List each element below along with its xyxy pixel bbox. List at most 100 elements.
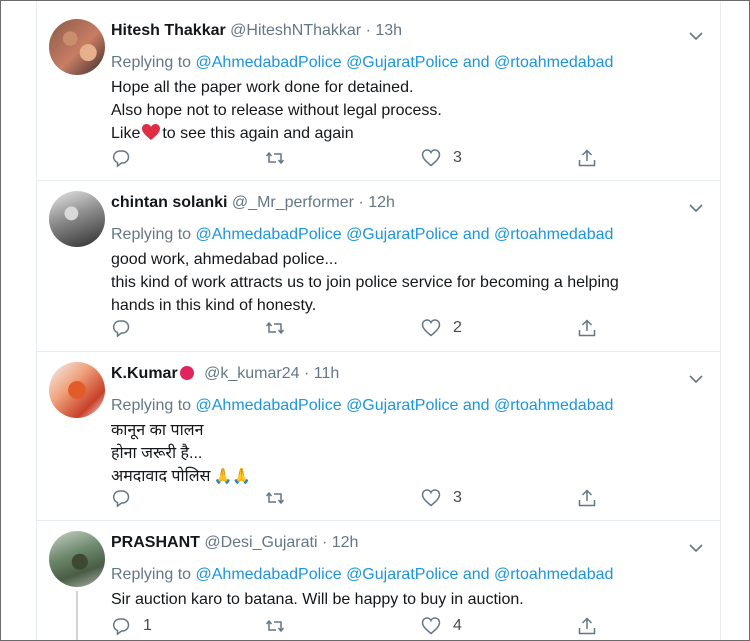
reply-button[interactable] bbox=[111, 487, 143, 509]
mention-gujaratpolice[interactable]: @GujaratPolice bbox=[346, 397, 458, 414]
replying-to-label: Replying to bbox=[111, 54, 192, 71]
chevron-down-icon[interactable] bbox=[689, 31, 703, 41]
mention-ahmedabadpolice[interactable]: @AhmedabadPolice bbox=[196, 397, 342, 414]
like-button[interactable]: 3 bbox=[421, 147, 462, 169]
mention-ahmedabadpolice[interactable]: @AhmedabadPolice bbox=[196, 226, 342, 243]
tweet-header: K.Kumar @k_kumar24 · 11h bbox=[111, 364, 339, 384]
mention-gujaratpolice[interactable]: @GujaratPolice bbox=[346, 226, 458, 243]
mention-and-others[interactable]: and bbox=[463, 397, 490, 414]
like-count: 4 bbox=[453, 617, 462, 634]
like-button[interactable]: 4 bbox=[421, 615, 462, 637]
retweet-button[interactable] bbox=[265, 615, 297, 637]
like-count: 3 bbox=[453, 149, 462, 166]
mention-ahmedabadpolice[interactable]: @AhmedabadPolice bbox=[196, 566, 342, 583]
tweet-header: PRASHANT @Desi_Gujarati · 12h bbox=[111, 533, 358, 553]
reply-button[interactable]: 1 bbox=[111, 615, 152, 637]
text-line: Like to see this again and again bbox=[111, 122, 442, 145]
reply-icon bbox=[112, 150, 130, 168]
user-handle[interactable]: @HiteshNThakkar bbox=[230, 22, 361, 39]
red-heart-emoji-icon bbox=[142, 124, 161, 140]
reply-feed: Hitesh Thakkar @HiteshNThakkar · 13h Rep… bbox=[36, 1, 721, 640]
retweet-button[interactable] bbox=[265, 317, 297, 339]
red-circle-emoji-icon bbox=[179, 366, 194, 380]
display-name[interactable]: PRASHANT bbox=[111, 534, 200, 551]
heart-icon bbox=[421, 617, 441, 635]
share-button[interactable] bbox=[577, 615, 597, 637]
text-line: Sir auction karo to batana. Will be happ… bbox=[111, 591, 524, 608]
share-icon bbox=[578, 489, 596, 507]
mention-and-others[interactable]: and bbox=[463, 54, 490, 71]
display-name[interactable]: Hitesh Thakkar bbox=[111, 22, 226, 39]
display-name[interactable]: chintan solanki bbox=[111, 194, 227, 211]
user-handle[interactable]: @_Mr_performer bbox=[232, 194, 354, 211]
share-button[interactable] bbox=[577, 317, 597, 339]
timestamp[interactable]: 12h bbox=[368, 194, 395, 211]
share-button[interactable] bbox=[577, 487, 597, 509]
heart-icon bbox=[421, 489, 441, 507]
retweet-button[interactable] bbox=[265, 147, 297, 169]
separator: · bbox=[303, 365, 310, 382]
tweet-text: good work, ahmedabad police... this kind… bbox=[111, 248, 619, 317]
reply-button[interactable] bbox=[111, 147, 143, 169]
avatar[interactable] bbox=[49, 531, 105, 587]
separator: · bbox=[321, 534, 328, 551]
user-handle[interactable]: @Desi_Gujarati bbox=[204, 534, 317, 551]
separator: · bbox=[358, 194, 364, 211]
text-line: Also hope not to release without legal p… bbox=[111, 102, 442, 119]
tweet-prashant[interactable]: PRASHANT @Desi_Gujarati · 12h Replying t… bbox=[37, 521, 720, 640]
text-line: Hope all the paper work done for detaine… bbox=[111, 79, 414, 96]
share-icon bbox=[578, 617, 596, 635]
mention-rtoahmedabad[interactable]: @rtoahmedabad bbox=[494, 226, 613, 243]
mention-ahmedabadpolice[interactable]: @AhmedabadPolice bbox=[196, 54, 342, 71]
mention-and-others[interactable]: and bbox=[463, 226, 490, 243]
tweet-kkumar[interactable]: K.Kumar @k_kumar24 · 11h Replying to @Ah… bbox=[37, 352, 720, 521]
reply-icon bbox=[112, 618, 130, 636]
mention-gujaratpolice[interactable]: @GujaratPolice bbox=[346, 54, 458, 71]
display-name[interactable]: K.Kumar bbox=[111, 365, 178, 382]
chevron-down-icon[interactable] bbox=[689, 543, 703, 553]
mention-rtoahmedabad[interactable]: @rtoahmedabad bbox=[494, 397, 613, 414]
like-count: 3 bbox=[453, 489, 462, 506]
like-button[interactable]: 3 bbox=[421, 487, 462, 509]
folded-hands-emoji-icon: 🙏🙏 bbox=[213, 468, 251, 485]
share-icon bbox=[578, 149, 596, 167]
share-button[interactable] bbox=[577, 147, 597, 169]
text-line: कानून का पालन bbox=[111, 422, 204, 439]
retweet-icon bbox=[265, 321, 285, 335]
thread-connector-line bbox=[76, 591, 78, 640]
tweet-header: Hitesh Thakkar @HiteshNThakkar · 13h bbox=[111, 21, 402, 41]
user-handle[interactable]: @k_kumar24 bbox=[204, 365, 299, 382]
heart-icon bbox=[421, 149, 441, 167]
retweet-button[interactable] bbox=[265, 487, 297, 509]
like-count: 2 bbox=[453, 319, 462, 336]
share-icon bbox=[578, 319, 596, 337]
chevron-down-icon[interactable] bbox=[689, 374, 703, 384]
timestamp[interactable]: 13h bbox=[375, 22, 402, 39]
text-segment: Like bbox=[111, 125, 141, 142]
replying-to: Replying to @AhmedabadPolice @GujaratPol… bbox=[111, 225, 613, 245]
tweet-text: Hope all the paper work done for detaine… bbox=[111, 76, 442, 145]
retweet-icon bbox=[265, 491, 285, 505]
mention-gujaratpolice[interactable]: @GujaratPolice bbox=[346, 566, 458, 583]
retweet-icon bbox=[265, 619, 285, 633]
heart-icon bbox=[421, 319, 441, 337]
mention-rtoahmedabad[interactable]: @rtoahmedabad bbox=[494, 54, 613, 71]
separator: · bbox=[365, 22, 371, 39]
text-line: अमदावाद पोलिस 🙏🙏 bbox=[111, 465, 251, 488]
replying-to-label: Replying to bbox=[111, 226, 192, 243]
tweet-chintan[interactable]: chintan solanki @_Mr_performer · 12h Rep… bbox=[37, 181, 720, 352]
mention-rtoahmedabad[interactable]: @rtoahmedabad bbox=[494, 566, 613, 583]
avatar[interactable] bbox=[49, 362, 105, 418]
like-button[interactable]: 2 bbox=[421, 317, 462, 339]
timestamp[interactable]: 12h bbox=[332, 534, 359, 551]
replying-to: Replying to @AhmedabadPolice @GujaratPol… bbox=[111, 565, 613, 585]
reply-button[interactable] bbox=[111, 317, 143, 339]
text-line: होना जरूरी है... bbox=[111, 445, 203, 462]
text-line: this kind of work attracts us to join po… bbox=[111, 274, 619, 291]
avatar[interactable] bbox=[49, 191, 105, 247]
mention-and-others[interactable]: and bbox=[463, 566, 490, 583]
avatar[interactable] bbox=[49, 19, 105, 75]
chevron-down-icon[interactable] bbox=[689, 203, 703, 213]
tweet-hitesh[interactable]: Hitesh Thakkar @HiteshNThakkar · 13h Rep… bbox=[37, 9, 720, 181]
timestamp[interactable]: 11h bbox=[314, 365, 340, 382]
